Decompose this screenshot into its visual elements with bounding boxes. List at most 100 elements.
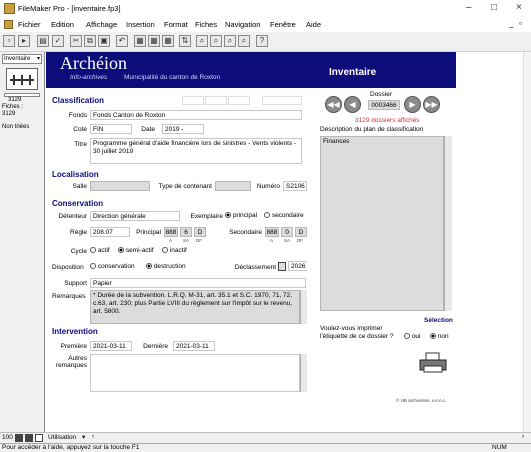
zoom-in-icon[interactable] [25,434,33,442]
record-number[interactable]: 3129 [8,97,21,103]
secondaire-sa-caption: SA [284,238,291,243]
cut-icon[interactable]: ✂ [70,35,82,47]
declassement-field[interactable]: 2026 [288,261,308,271]
omit-icon[interactable]: ⌕ [210,35,222,47]
omit-multiple-icon[interactable]: ⌕ [224,35,236,47]
disp-conservation-radio[interactable]: conservation [90,263,135,270]
print-icon[interactable]: ▤ [37,35,49,47]
menu-affichage[interactable]: Affichage [86,20,117,29]
date-field[interactable]: 2019 - [162,124,204,134]
menu-aide[interactable]: Aide [306,20,321,29]
date-label: Date [141,126,155,133]
prev-record-button[interactable]: ◀ [344,96,361,113]
plan-scrollbar[interactable] [444,136,452,311]
numero-field[interactable]: S2106 [283,181,307,191]
paste-icon[interactable]: ▣ [98,35,110,47]
salle-field[interactable] [90,181,150,191]
extra-field-4[interactable] [262,96,302,105]
principal-a-field[interactable]: 888 [164,227,178,237]
exemplaire-label: Exemplaire [190,213,223,220]
autres-scrollbar[interactable] [300,354,307,392]
layout-select[interactable]: Inventaire ▾ [2,54,42,64]
menu-fichier[interactable]: Fichier [18,20,41,29]
menu-edition[interactable]: Edition [51,20,74,29]
scroll-right-icon[interactable]: › [522,433,524,440]
print-non-radio[interactable]: non [430,333,449,340]
calendar-icon[interactable] [278,262,286,271]
menu-navigation[interactable]: Navigation [225,20,260,29]
support-field[interactable]: Papier [90,278,306,288]
menu-fiches[interactable]: Fiches [195,20,217,29]
sort-icon[interactable]: ⇅ [179,35,191,47]
secondaire-a-field[interactable]: 888 [265,227,279,237]
first-record-button[interactable]: ◀◀ [325,96,342,113]
secondaire-sa-field[interactable]: 0 [281,227,293,237]
copy-icon[interactable]: ⧉ [84,35,96,47]
bottom-bar: 100 Utilisation ▾ ‹ › [0,432,531,443]
next-record-button[interactable]: ▶ [404,96,421,113]
print-oui-radio[interactable]: oui [404,333,421,340]
layout-icon[interactable]: ▦ [162,35,174,47]
new-icon[interactable]: ▫ [3,35,15,47]
contenant-field[interactable] [215,181,251,191]
extra-field-1[interactable] [182,96,204,105]
menu-format[interactable]: Format [164,20,188,29]
regle-field[interactable]: 208.07 [90,227,130,237]
browse-icon[interactable]: ▦ [134,35,146,47]
status-text: Pour accéder à l'aide, appuyez sur la to… [2,444,140,451]
zoom-level[interactable]: 100 [2,434,13,441]
cycle-actif-text: actif [97,247,110,254]
zoom-out-icon[interactable] [15,434,23,442]
maximize-button[interactable]: □ [491,2,497,13]
disposition-label: Disposition [52,264,84,271]
open-icon[interactable]: ▸ [18,35,30,47]
derniere-label: Dernière [143,343,168,350]
cote-field[interactable]: FIN [90,124,132,134]
exemplaire-principal-radio[interactable]: principal [225,212,257,219]
cycle-actif-radio[interactable]: actif [90,247,110,254]
section-localisation: Localisation [52,170,99,179]
toggle-status-icon[interactable] [35,434,43,442]
remarques-scrollbar[interactable] [300,290,307,324]
selection-link[interactable]: Sélection [424,317,453,324]
secondaire-df-field[interactable]: D [295,227,307,237]
disp-destruction-radio[interactable]: destruction [146,263,186,270]
derniere-field[interactable]: 2021-03-11 [173,341,215,351]
premiere-field[interactable]: 2021-03-11 [90,341,132,351]
principal-sa-field[interactable]: 6 [180,227,192,237]
show-all-icon[interactable]: ⌕ [238,35,250,47]
regle-label: Règle [70,229,87,236]
find-all-icon[interactable]: ⌕ [196,35,208,47]
menu-insertion[interactable]: Insertion [126,20,155,29]
mode-chevron-icon[interactable]: ▾ [82,433,85,441]
extra-field-2[interactable] [205,96,227,105]
mdi-minimize-icon[interactable]: _ [509,19,513,28]
cycle-inactif-radio[interactable]: inactif [162,247,187,254]
remarques-field[interactable]: * Durée de la subvention. L.R.Q. M-31, a… [90,290,300,324]
last-record-button[interactable]: ▶▶ [423,96,440,113]
exemplaire-secondaire-radio[interactable]: secondaire [264,212,304,219]
detenteur-field[interactable]: Direction générale [90,211,180,221]
help-icon[interactable]: ? [256,35,268,47]
cycle-semi-radio[interactable]: semi-actif [118,247,154,254]
autres-field[interactable] [90,354,300,392]
spell-icon[interactable]: ✓ [52,35,64,47]
principal-df-field[interactable]: D [194,227,206,237]
printer-icon[interactable] [418,352,448,374]
minimize-button[interactable]: – [466,2,472,13]
window-scrollbar[interactable] [523,52,531,432]
dossier-field[interactable]: 0003466 [368,100,400,110]
undo-icon[interactable]: ↶ [116,35,128,47]
mdi-restore-icon[interactable]: ▫ [519,19,522,28]
book-icon[interactable] [6,68,38,90]
find-icon[interactable]: ▦ [148,35,160,47]
mode-select[interactable]: Utilisation [48,434,76,441]
extra-field-3[interactable] [228,96,250,105]
fonds-field[interactable]: Fonds Canton de Roxton [90,110,302,120]
cycle-inactif-text: inactif [169,247,187,254]
titre-field[interactable]: Programme général d'aide financière lors… [90,138,302,164]
close-button[interactable]: × [516,2,522,13]
scroll-left-icon[interactable]: ‹ [92,433,94,440]
menu-fenetre[interactable]: Fenêtre [270,20,296,29]
plan-field[interactable]: Finances [320,136,444,311]
